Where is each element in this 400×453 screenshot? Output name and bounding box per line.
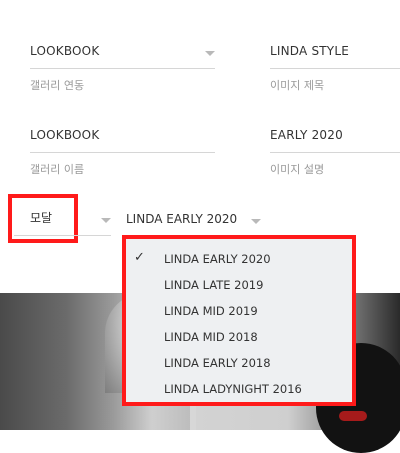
dropdown-option[interactable]: LINDA MID 2018: [126, 323, 352, 349]
dropdown-option[interactable]: LINDA EARLY 2018: [126, 349, 352, 375]
dropdown-option[interactable]: LINDA LATE 2019: [126, 271, 352, 297]
dropdown-option-label: LINDA MID 2018: [164, 330, 258, 344]
year-select[interactable]: LINDA EARLY 2020: [126, 206, 261, 236]
dropdown-option-label: LINDA MID 2019: [164, 304, 258, 318]
modal-select-underline: [14, 235, 111, 236]
year-select-value: LINDA EARLY 2020: [126, 212, 238, 226]
image-title-value: LINDA STYLE: [270, 44, 349, 58]
year-dropdown-menu: ✓ LINDA EARLY 2020 LINDA LATE 2019 LINDA…: [122, 235, 356, 406]
image-title-field[interactable]: LINDA STYLE: [270, 38, 400, 69]
image-desc-hint: 이미지 설명: [270, 163, 325, 176]
photo-detail: [339, 411, 367, 421]
dropdown-option[interactable]: LINDA MID 2019: [126, 297, 352, 323]
chevron-down-icon: [101, 218, 111, 223]
dropdown-option-label: LINDA EARLY 2020: [164, 252, 271, 266]
image-desc-value: EARLY 2020: [270, 128, 343, 142]
gallery-link-select[interactable]: LOOKBOOK: [30, 38, 215, 69]
gallery-name-field[interactable]: LOOKBOOK: [30, 122, 215, 153]
check-icon: ✓: [134, 250, 145, 265]
dropdown-option[interactable]: ✓ LINDA EARLY 2020: [126, 245, 352, 271]
dropdown-option-label: LINDA EARLY 2018: [164, 356, 271, 370]
dropdown-option-label: LINDA LADYNIGHT 2016: [164, 382, 302, 396]
image-desc-field[interactable]: EARLY 2020: [270, 122, 400, 153]
dropdown-option-label: LINDA LATE 2019: [164, 278, 264, 292]
chevron-down-icon: [251, 219, 261, 224]
dropdown-option[interactable]: LINDA LADYNIGHT 2016: [126, 375, 352, 401]
chevron-down-icon: [205, 51, 215, 56]
image-title-hint: 이미지 제목: [270, 79, 325, 92]
gallery-link-hint: 갤러리 연동: [30, 79, 85, 92]
gallery-name-hint: 갤러리 이름: [30, 163, 85, 176]
gallery-link-value: LOOKBOOK: [30, 44, 100, 58]
gallery-name-value: LOOKBOOK: [30, 128, 100, 142]
